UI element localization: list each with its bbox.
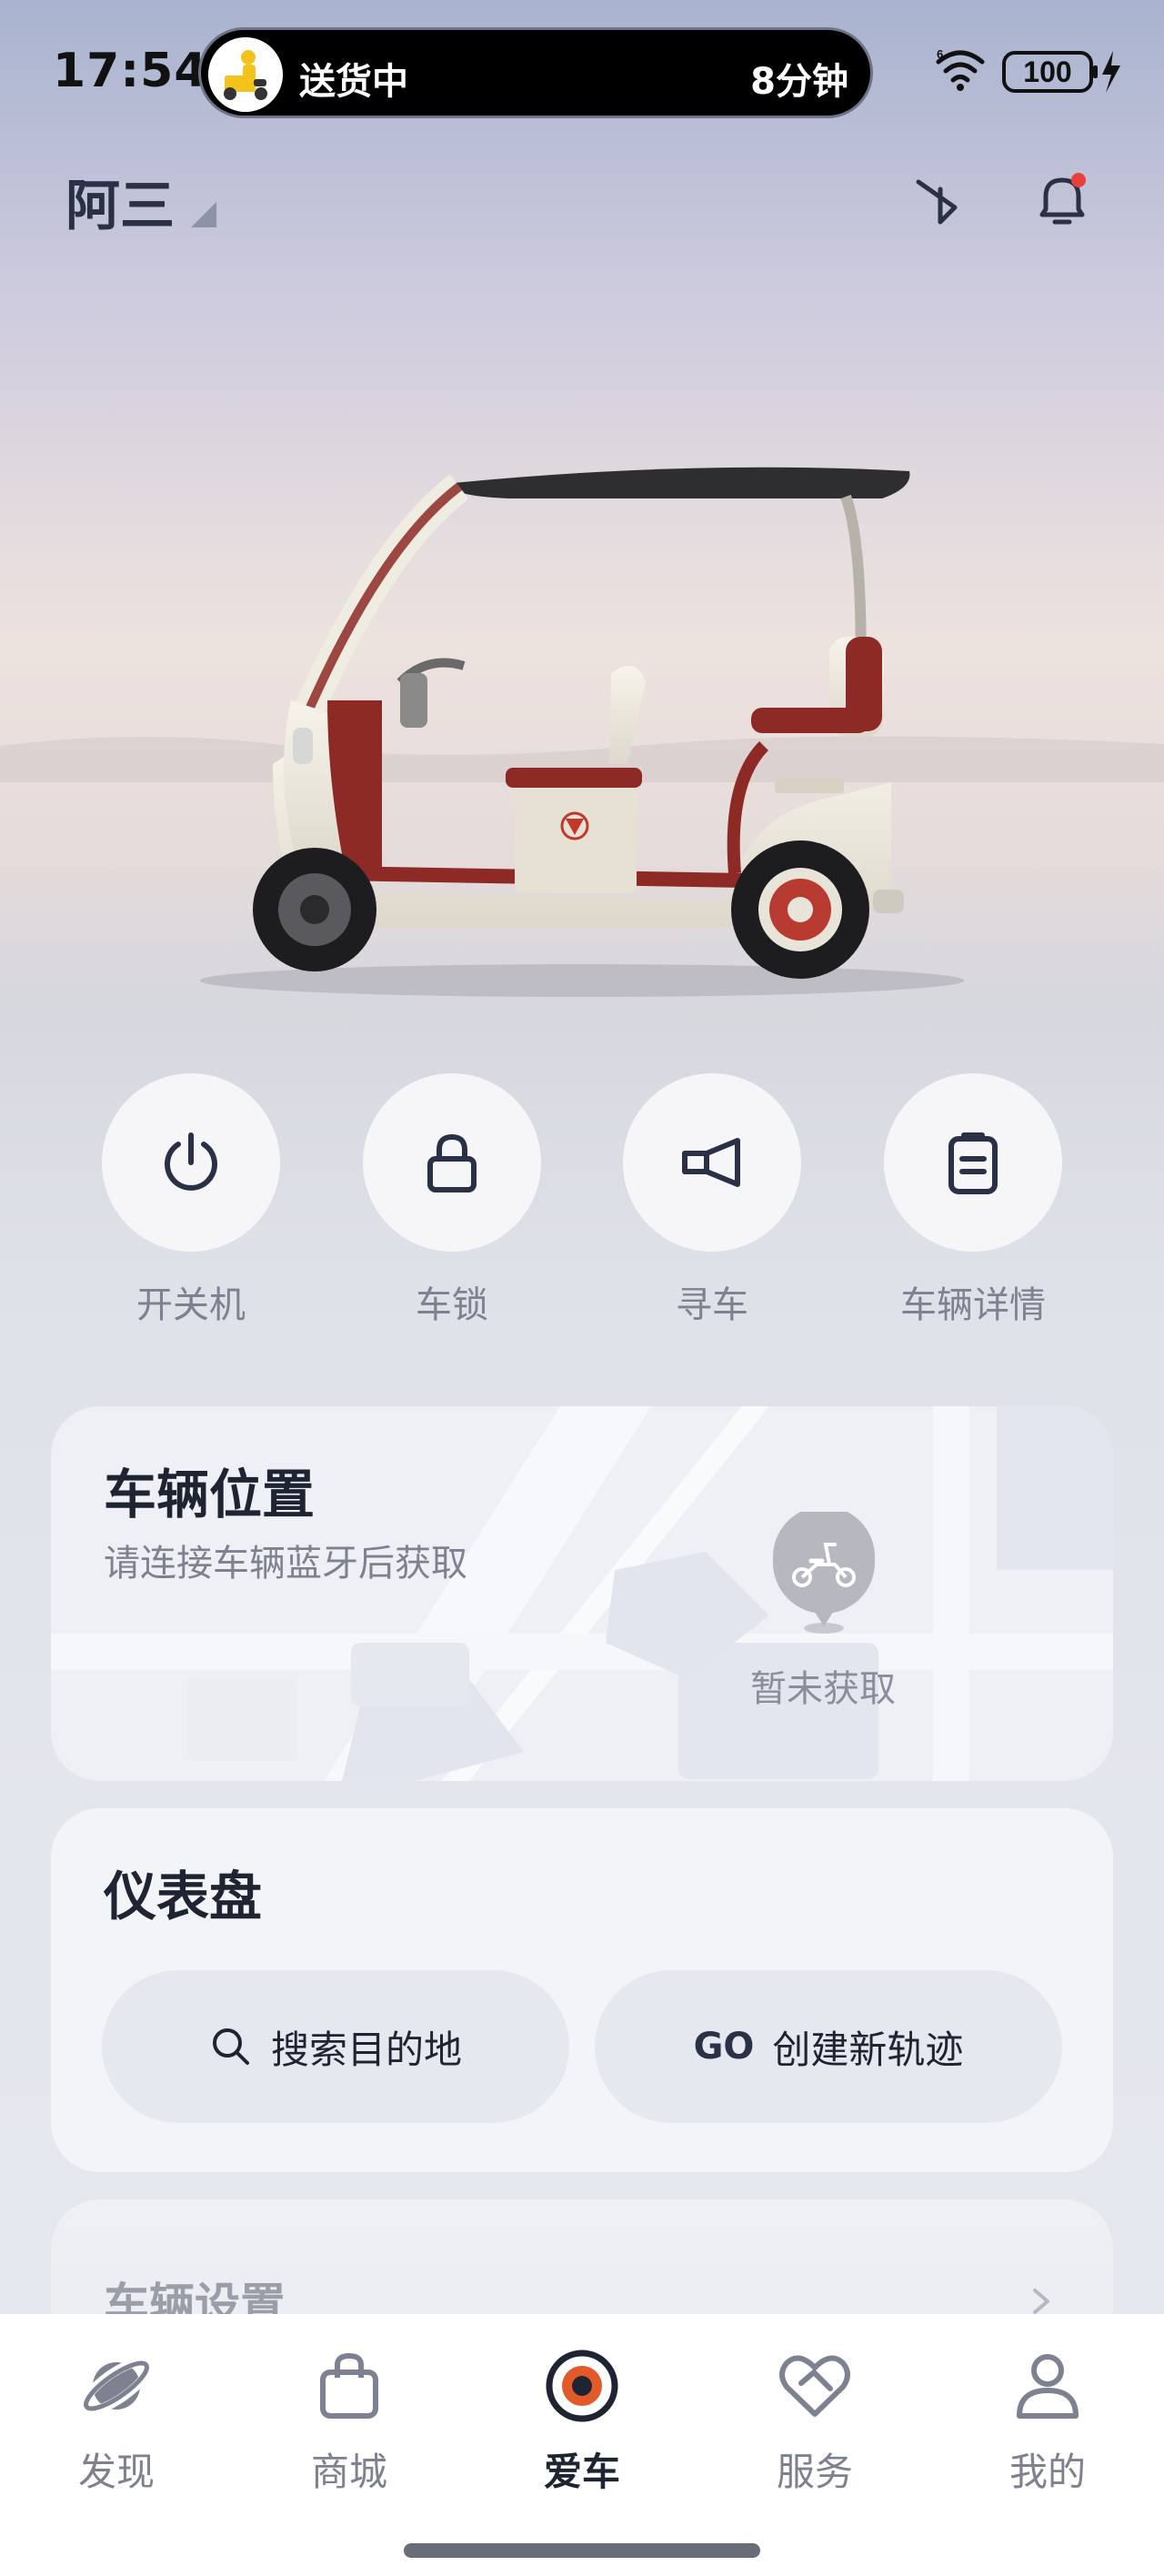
charging-icon <box>1102 51 1120 93</box>
bluetooth-icon[interactable] <box>909 167 975 233</box>
vehicle-details-button[interactable] <box>884 1073 1062 1252</box>
system-status-icons: 6 100 <box>933 44 1124 98</box>
delivery-rider-icon <box>208 37 283 112</box>
live-activity-island[interactable]: 送货中 8分钟 <box>198 27 873 118</box>
tab-label: 我的 <box>1008 2450 1086 2494</box>
dropdown-caret-icon[interactable] <box>191 202 216 227</box>
battery-icon: 100 <box>1002 51 1098 93</box>
lock-button[interactable] <box>363 1073 541 1252</box>
card-title: 车辆位置 <box>104 1464 316 1525</box>
create-track-button[interactable]: GO 创建新轨迹 <box>595 1970 1062 2123</box>
vehicle-location-card[interactable]: 车辆位置 请连接车辆蓝牙后获取 暂未获取 <box>51 1406 1113 1781</box>
tab-label: 商城 <box>310 2450 387 2494</box>
live-activity-text: 送货中 <box>299 61 408 103</box>
action-label: 车辆详情 <box>900 1284 1046 1326</box>
target-icon <box>546 2350 618 2422</box>
tab-label: 爱车 <box>543 2450 620 2494</box>
action-label: 寻车 <box>676 1284 748 1326</box>
heart-handshake-icon <box>779 2355 850 2417</box>
action-label: 开关机 <box>136 1284 246 1326</box>
search-destination-button[interactable]: 搜索目的地 <box>102 1970 569 2123</box>
go-icon: GO <box>693 2026 755 2068</box>
horn-icon <box>682 1138 740 1187</box>
lock-icon <box>427 1133 477 1192</box>
tab-label: 服务 <box>776 2450 853 2494</box>
button-label: 创建新轨迹 <box>772 2027 964 2072</box>
action-label: 车锁 <box>416 1284 488 1326</box>
quick-actions: 开关机 车锁 寻车 车辆详情 <box>0 1073 1164 1346</box>
live-activity-eta: 8分钟 <box>750 61 848 103</box>
tab-my-vehicle[interactable]: 爱车 <box>491 2347 673 2497</box>
search-icon <box>212 2028 249 2065</box>
status-bar: 17:54 送货中 8分钟 6 100 <box>0 0 1164 136</box>
scooter-location-pin-icon <box>771 1505 877 1639</box>
bottom-tab-bar: 发现 商城 爱车 服务 我的 <box>0 2314 1164 2576</box>
card-title: 仪表盘 <box>104 1866 263 1927</box>
person-icon <box>1017 2354 1079 2419</box>
notification-dot <box>1071 173 1086 187</box>
action-power[interactable]: 开关机 <box>91 1073 291 1328</box>
svg-text:6: 6 <box>937 47 943 61</box>
button-label: 搜索目的地 <box>270 2027 462 2072</box>
tab-mine[interactable]: 我的 <box>957 2347 1139 2497</box>
dashboard-card: 仪表盘 搜索目的地 GO 创建新轨迹 <box>51 1808 1113 2172</box>
user-name-switcher[interactable]: 阿三 <box>65 162 175 241</box>
tab-mall[interactable]: 商城 <box>258 2347 440 2497</box>
action-find-vehicle[interactable]: 寻车 <box>612 1073 812 1328</box>
action-lock[interactable]: 车锁 <box>352 1073 552 1328</box>
location-status: 暂未获取 <box>750 1668 896 1710</box>
rear-wheel <box>731 840 869 979</box>
svg-text:100: 100 <box>1023 55 1071 88</box>
vehicle-image <box>0 273 1164 1092</box>
card-subtitle: 请连接车辆蓝牙后获取 <box>104 1543 467 1585</box>
front-wheel <box>253 848 376 971</box>
bag-icon <box>320 2352 378 2419</box>
tab-discover[interactable]: 发现 <box>25 2347 207 2497</box>
action-vehicle-details[interactable]: 车辆详情 <box>873 1073 1073 1328</box>
find-vehicle-button[interactable] <box>623 1073 801 1252</box>
power-icon <box>165 1132 217 1191</box>
wifi-icon <box>936 50 985 83</box>
home-indicator[interactable] <box>404 2543 760 2558</box>
bell-icon[interactable] <box>1029 167 1095 233</box>
tab-label: 发现 <box>77 2450 155 2494</box>
status-time: 17:54 <box>53 44 208 98</box>
tab-service[interactable]: 服务 <box>724 2347 906 2497</box>
planet-icon <box>79 2357 154 2415</box>
clipboard-icon <box>948 1132 998 1194</box>
power-button[interactable] <box>102 1073 280 1252</box>
